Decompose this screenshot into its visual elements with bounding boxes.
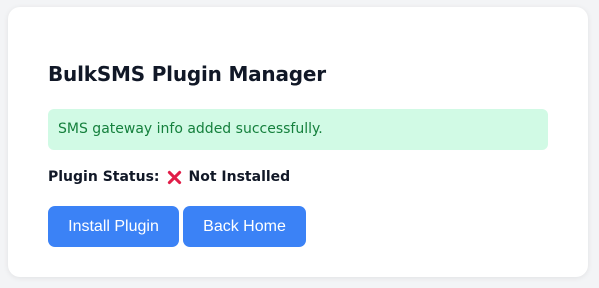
- plugin-status-value: Not Installed: [188, 169, 291, 185]
- page-title: BulkSMS Plugin Manager: [48, 62, 326, 86]
- install-plugin-button[interactable]: Install Plugin: [48, 206, 179, 247]
- back-home-button[interactable]: Back Home: [183, 206, 306, 247]
- success-alert: SMS gateway info added successfully.: [48, 109, 548, 150]
- plugin-status: Plugin Status: Not Installed: [48, 167, 290, 187]
- cross-mark-icon: [166, 169, 183, 186]
- plugin-status-label: Plugin Status:: [48, 169, 160, 185]
- plugin-manager-card: BulkSMS Plugin Manager SMS gateway info …: [8, 7, 588, 277]
